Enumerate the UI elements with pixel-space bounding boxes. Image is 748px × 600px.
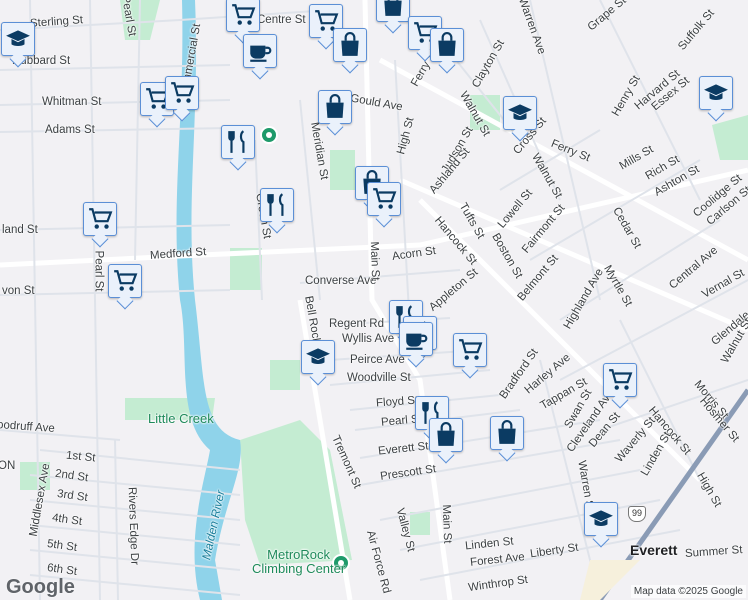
route-99-shield: 99 (628, 506, 646, 522)
street-label: Adams St (45, 124, 95, 136)
shopping-bag-marker[interactable] (490, 416, 524, 462)
coffee-marker[interactable] (243, 34, 277, 80)
shopping-cart-marker[interactable] (603, 363, 637, 409)
shopping-cart-marker[interactable] (453, 333, 487, 379)
shopping-bag-marker[interactable] (429, 418, 463, 464)
shopping-cart-marker[interactable] (367, 182, 401, 228)
google-logo: Google (6, 576, 75, 598)
coffee-marker[interactable] (399, 322, 433, 368)
school-marker[interactable] (584, 502, 618, 548)
school-marker[interactable] (301, 340, 335, 386)
street-label: Whitman St (42, 96, 102, 108)
everett-label: Everett (630, 542, 678, 558)
restaurant-marker[interactable] (260, 188, 294, 234)
school-marker[interactable] (503, 96, 537, 142)
little-creek-label: Little Creek (148, 411, 214, 426)
shopping-bag-marker[interactable] (430, 28, 464, 74)
street-label: Woodville St (347, 372, 411, 384)
shopping-bag-marker[interactable] (376, 0, 410, 34)
street-label: von St (2, 285, 35, 297)
street-label: Main St (439, 504, 454, 544)
shopping-cart-marker[interactable] (165, 76, 199, 122)
shopping-cart-marker[interactable] (108, 264, 142, 310)
shopping-bag-marker[interactable] (333, 28, 367, 74)
shopping-bag-marker[interactable] (318, 90, 352, 136)
metrorock-label[interactable]: MetroRock Climbing Center (252, 548, 345, 576)
shopping-cart-marker[interactable] (83, 202, 117, 248)
street-label: Wyllis Ave (342, 333, 395, 345)
street-label: Centre St (257, 14, 306, 26)
school-marker[interactable] (699, 76, 733, 122)
restaurant-marker[interactable] (221, 125, 255, 171)
street-label: Pearl St (92, 250, 105, 292)
street-label: land St (2, 224, 38, 236)
map-attribution[interactable]: Map data ©2025 Google (630, 585, 746, 598)
school-marker[interactable] (1, 22, 35, 68)
street-label: Peirce Ave (350, 354, 405, 366)
street-label: Regent Rd (329, 318, 384, 330)
green-place-pin[interactable] (260, 126, 278, 144)
street-label: ON (0, 460, 16, 472)
street-label: Converse Ave (305, 275, 377, 287)
street-label: Main St (367, 241, 382, 281)
